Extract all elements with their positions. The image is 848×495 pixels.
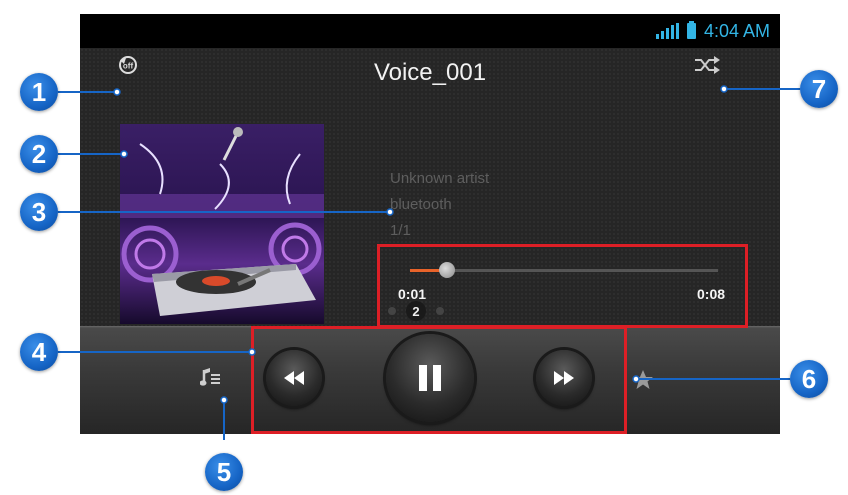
callout-3: 3 [20,193,58,231]
callout-5: 5 [205,453,243,491]
callout-6: 6 [790,360,828,398]
callout-4: 4 [20,333,58,371]
callout-2: 2 [20,135,58,173]
callout-leader-lines [58,85,800,440]
callout-7: 7 [800,70,838,108]
callout-1: 1 [20,73,58,111]
